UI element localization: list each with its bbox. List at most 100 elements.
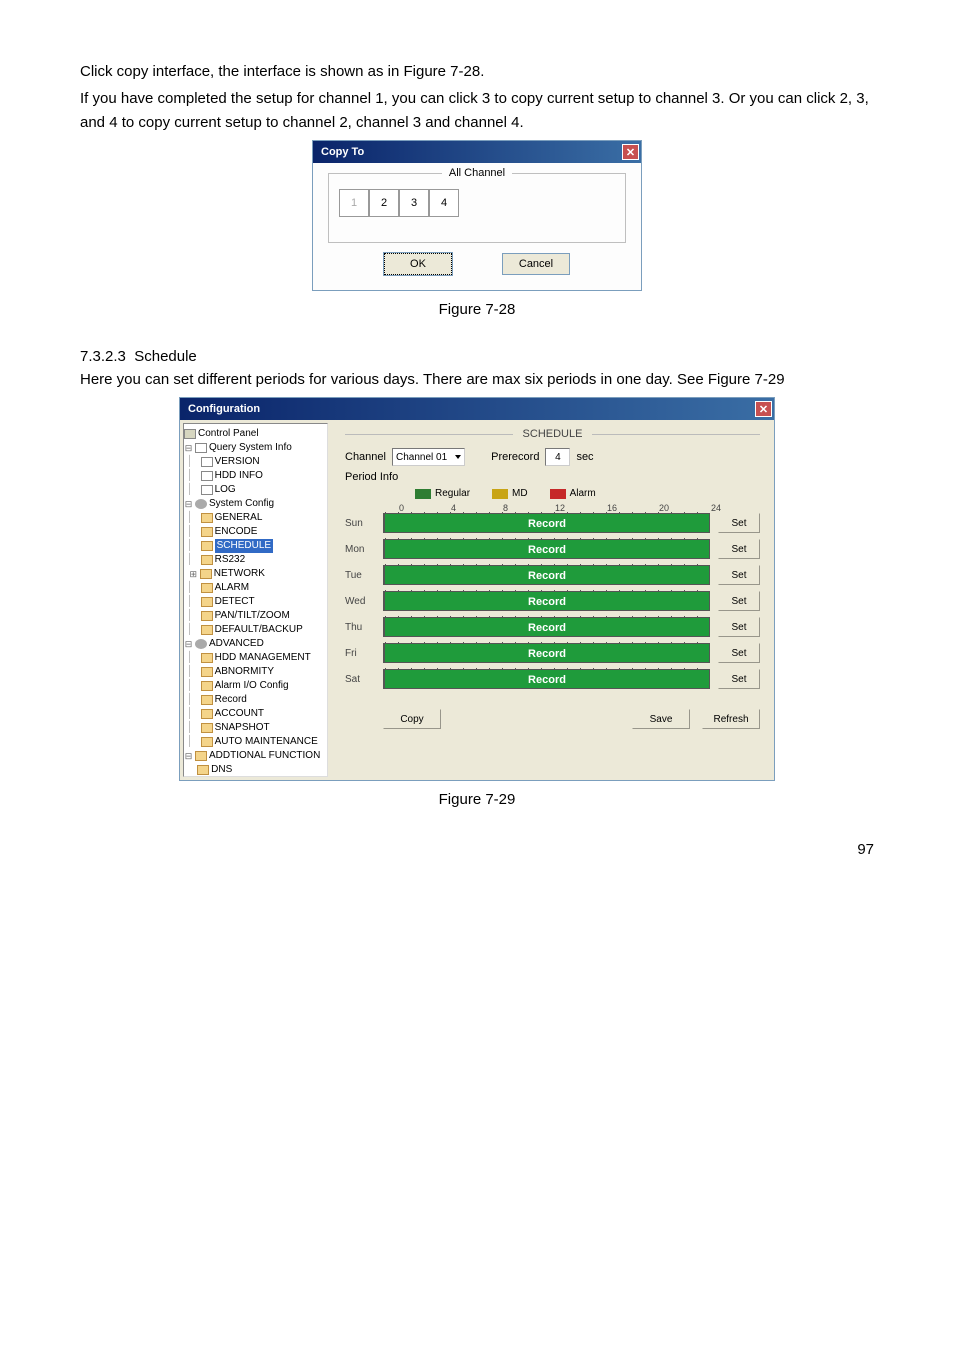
set-button[interactable]: Set: [718, 617, 760, 637]
schedule-panel: SCHEDULE Channel Channel 01 Prerecord se…: [331, 420, 774, 780]
folder-icon: [195, 751, 207, 761]
schedule-bar[interactable]: Record: [383, 617, 710, 637]
nav-tree[interactable]: Control Panel ⊟Query System Info │ VERSI…: [183, 423, 328, 777]
regular-swatch-icon: [415, 489, 431, 499]
copyto-title: Copy To: [321, 146, 364, 158]
channel-select[interactable]: Channel 01: [392, 448, 465, 466]
page-number: 97: [857, 841, 874, 858]
tree-version[interactable]: │ VERSION: [184, 455, 327, 469]
day-label: Fri: [345, 648, 383, 659]
folder-icon: [201, 513, 213, 523]
tree-system-config[interactable]: ⊟System Config: [184, 497, 327, 511]
set-button[interactable]: Set: [718, 643, 760, 663]
prerecord-input[interactable]: [545, 448, 570, 466]
tree-schedule[interactable]: │ SCHEDULE: [184, 539, 327, 553]
day-label: Tue: [345, 570, 383, 581]
close-icon[interactable]: ✕: [755, 401, 772, 417]
paper-icon: [195, 443, 207, 453]
set-button[interactable]: Set: [718, 513, 760, 533]
tree-default-backup[interactable]: │ DEFAULT/BACKUP: [184, 623, 327, 637]
tree-control-panel[interactable]: Control Panel: [184, 427, 327, 441]
legend-regular: Regular: [415, 488, 470, 499]
channel-4-button[interactable]: 4: [429, 189, 459, 217]
set-button[interactable]: Set: [718, 591, 760, 611]
ok-button[interactable]: OK: [384, 253, 452, 275]
tree-alarm-io[interactable]: │ Alarm I/O Config: [184, 679, 327, 693]
channel-label: Channel: [345, 451, 386, 463]
schedule-bar[interactable]: Record: [383, 669, 710, 689]
legend-alarm: Alarm: [550, 488, 596, 499]
schedule-header: SCHEDULE: [345, 428, 760, 440]
day-label: Wed: [345, 596, 383, 607]
folder-icon: [201, 737, 213, 747]
configuration-dialog: Configuration ✕ Control Panel ⊟Query Sys…: [179, 397, 775, 781]
tree-encode[interactable]: │ ENCODE: [184, 525, 327, 539]
schedule-row-sat: Sat Record Set: [345, 669, 760, 689]
schedule-row-wed: Wed Record Set: [345, 591, 760, 611]
config-body: Control Panel ⊟Query System Info │ VERSI…: [180, 420, 774, 780]
config-titlebar: Configuration ✕: [180, 398, 774, 420]
tree-dns[interactable]: DNS: [184, 763, 327, 777]
folder-open-icon: [201, 541, 213, 551]
schedule-row-mon: Mon Record Set: [345, 539, 760, 559]
schedule-title: SCHEDULE: [513, 428, 593, 440]
schedule-bar[interactable]: Record: [383, 513, 710, 533]
close-icon[interactable]: ✕: [622, 144, 639, 160]
schedule-row-fri: Fri Record Set: [345, 643, 760, 663]
figure-28-label: Figure 7-28: [80, 301, 874, 318]
folder-icon: [201, 667, 213, 677]
section-text: Here you can set different periods for v…: [80, 368, 874, 392]
tree-additional-function[interactable]: ⊟ADDTIONAL FUNCTION: [184, 749, 327, 763]
copyto-titlebar: Copy To ✕: [313, 141, 641, 163]
day-label: Mon: [345, 544, 383, 555]
tree-snapshot[interactable]: │ SNAPSHOT: [184, 721, 327, 735]
channel-1-button[interactable]: 1: [339, 189, 369, 217]
copy-button[interactable]: Copy: [383, 709, 441, 729]
tree-record[interactable]: │ Record: [184, 693, 327, 707]
channel-2-button[interactable]: 2: [369, 189, 399, 217]
set-button[interactable]: Set: [718, 539, 760, 559]
body-text-2: If you have completed the setup for chan…: [80, 87, 874, 135]
tree-account[interactable]: │ ACCOUNT: [184, 707, 327, 721]
folder-icon: [200, 569, 212, 579]
copyto-footer: OK Cancel: [328, 253, 626, 275]
set-button[interactable]: Set: [718, 669, 760, 689]
folder-icon: [201, 709, 213, 719]
tree-query-system-info[interactable]: ⊟Query System Info: [184, 441, 327, 455]
copyto-dialog: Copy To ✕ All Channel 1 2 3 4 OK Cancel: [312, 140, 642, 291]
tree-general[interactable]: │ GENERAL: [184, 511, 327, 525]
channel-3-button[interactable]: 3: [399, 189, 429, 217]
schedule-row-sun: Sun Record Set: [345, 513, 760, 533]
folder-icon: [201, 597, 213, 607]
refresh-button[interactable]: Refresh: [702, 709, 760, 729]
set-button[interactable]: Set: [718, 565, 760, 585]
schedule-footer: Copy Save Refresh: [383, 709, 760, 729]
tree-auto-maintenance[interactable]: │ AUTO MAINTENANCE: [184, 735, 327, 749]
panel-icon: [184, 429, 196, 439]
schedule-bar[interactable]: Record: [383, 643, 710, 663]
tree-hdd-mgmt[interactable]: │ HDD MANAGEMENT: [184, 651, 327, 665]
schedule-bar[interactable]: Record: [383, 565, 710, 585]
tree-detect[interactable]: │ DETECT: [184, 595, 327, 609]
copyto-legend: All Channel: [442, 167, 512, 179]
folder-icon: [201, 583, 213, 593]
tree-log[interactable]: │ LOG: [184, 483, 327, 497]
tree-advanced[interactable]: ⊟ADVANCED: [184, 637, 327, 651]
tree-ptz[interactable]: │ PAN/TILT/ZOOM: [184, 609, 327, 623]
cancel-button[interactable]: Cancel: [502, 253, 570, 275]
tree-network[interactable]: ⊞NETWORK: [184, 567, 327, 581]
tree-abnormity[interactable]: │ ABNORMITY: [184, 665, 327, 679]
save-button[interactable]: Save: [632, 709, 690, 729]
schedule-bar[interactable]: Record: [383, 591, 710, 611]
legend-row: Regular MD Alarm: [415, 488, 760, 499]
folder-icon: [201, 611, 213, 621]
prerecord-label: Prerecord: [491, 451, 539, 463]
copyto-channels: 1 2 3 4: [339, 189, 615, 217]
tree-rs232[interactable]: │ RS232: [184, 553, 327, 567]
schedule-bar[interactable]: Record: [383, 539, 710, 559]
tree-hdd-info[interactable]: │ HDD INFO: [184, 469, 327, 483]
alarm-swatch-icon: [550, 489, 566, 499]
legend-md: MD: [492, 488, 528, 499]
folder-icon: [201, 681, 213, 691]
tree-alarm[interactable]: │ ALARM: [184, 581, 327, 595]
